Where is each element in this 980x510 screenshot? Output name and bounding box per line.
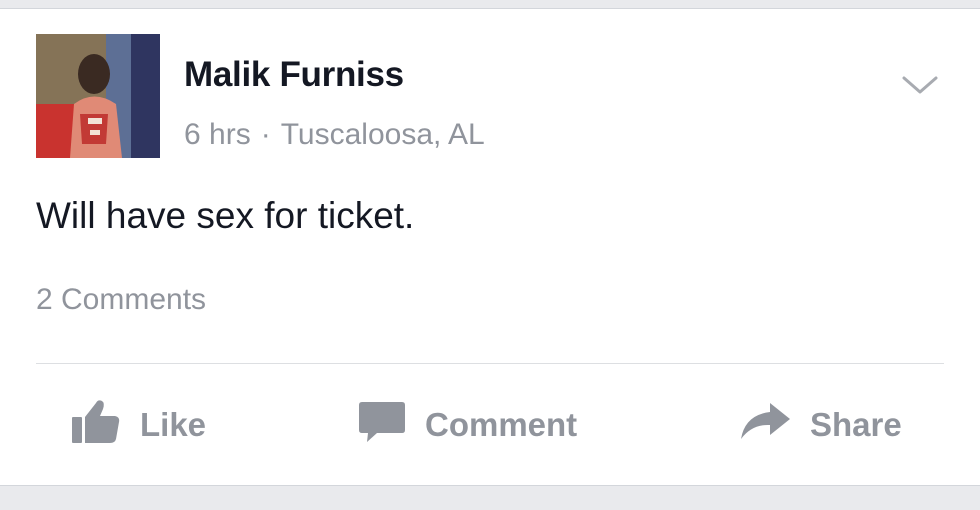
avatar-photo <box>36 34 160 158</box>
thumbs-up-icon <box>70 397 122 453</box>
share-arrow-icon <box>738 399 792 451</box>
feed-background-top <box>0 0 980 8</box>
author-name[interactable]: Malik Furniss <box>184 55 404 95</box>
comment-label: Comment <box>425 406 578 443</box>
meta-separator: · <box>260 118 271 151</box>
avatar[interactable] <box>36 34 160 158</box>
share-label: Share <box>810 406 902 443</box>
post-menu-button[interactable] <box>898 70 942 100</box>
chevron-down-icon <box>902 76 938 94</box>
post-time[interactable]: 6 hrs <box>184 118 251 151</box>
post-location[interactable]: Tuscaloosa, AL <box>281 118 485 151</box>
like-button[interactable]: Like <box>70 395 206 455</box>
feed-background-bottom <box>0 486 980 510</box>
post-meta: 6 hrs · Tuscaloosa, AL <box>184 118 485 152</box>
speech-bubble-icon <box>357 398 407 452</box>
share-button[interactable]: Share <box>738 395 902 455</box>
divider <box>36 363 944 364</box>
like-label: Like <box>140 406 207 443</box>
comments-count[interactable]: 2 Comments <box>36 283 206 317</box>
comment-button[interactable]: Comment <box>357 395 577 455</box>
post-text: Will have sex for ticket. <box>36 195 415 236</box>
